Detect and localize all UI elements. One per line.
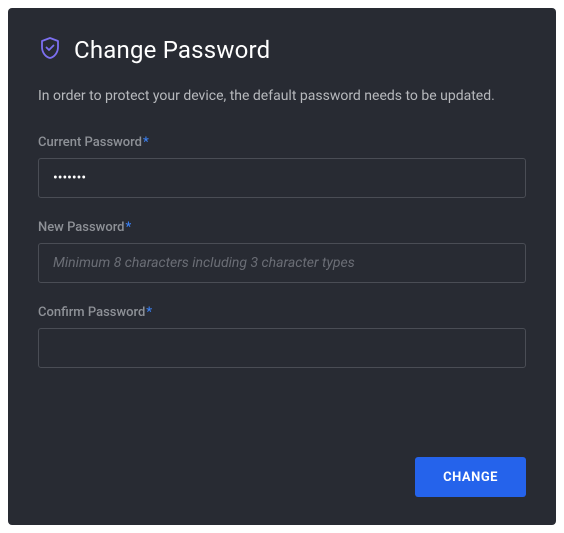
description-text: In order to protect your device, the def…: [38, 86, 526, 107]
new-password-group: New Password*: [38, 220, 526, 283]
required-marker: *: [146, 305, 152, 320]
current-password-group: Current Password*: [38, 135, 526, 198]
change-button[interactable]: CHANGE: [415, 457, 526, 497]
required-marker: *: [126, 220, 132, 235]
current-password-input[interactable]: [38, 158, 526, 198]
confirm-password-group: Confirm Password*: [38, 305, 526, 368]
change-password-panel: Change Password In order to protect your…: [8, 8, 556, 525]
new-password-label: New Password*: [38, 220, 526, 235]
confirm-password-label: Confirm Password*: [38, 305, 526, 320]
new-password-input[interactable]: [38, 243, 526, 283]
current-password-label: Current Password*: [38, 135, 526, 150]
panel-footer: CHANGE: [415, 457, 526, 497]
required-marker: *: [143, 135, 149, 150]
shield-check-icon: [38, 36, 62, 64]
confirm-password-input[interactable]: [38, 328, 526, 368]
panel-header: Change Password: [38, 36, 526, 64]
page-title: Change Password: [74, 36, 270, 64]
